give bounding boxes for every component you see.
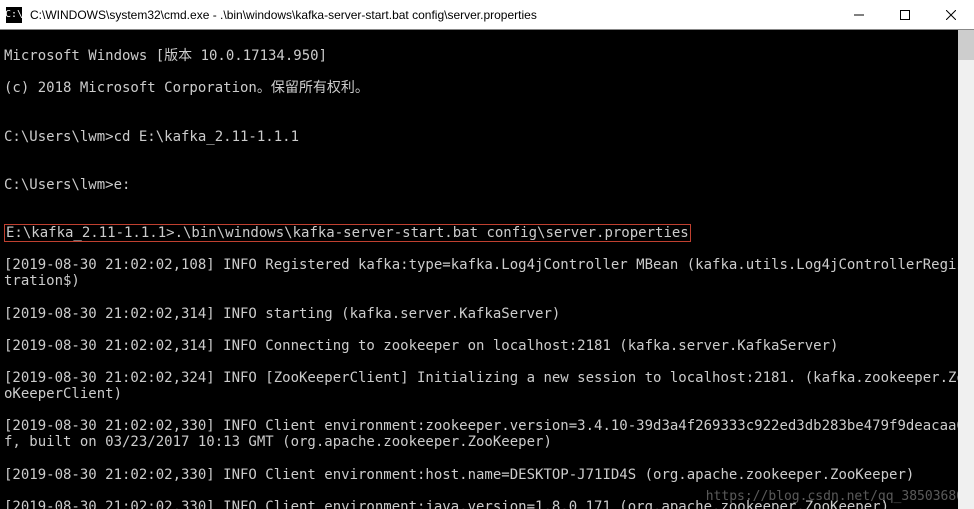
- app-icon: C:\: [0, 7, 28, 23]
- window-title: C:\WINDOWS\system32\cmd.exe - .\bin\wind…: [28, 8, 836, 22]
- cmd-icon: C:\: [6, 7, 22, 23]
- maximize-button[interactable]: [882, 0, 928, 29]
- window-titlebar[interactable]: C:\ C:\WINDOWS\system32\cmd.exe - .\bin\…: [0, 0, 974, 30]
- output-line: C:\Users\lwm>cd E:\kafka_2.11-1.1.1: [4, 129, 970, 145]
- command-text: .\bin\windows\kafka-server-start.bat con…: [175, 225, 689, 241]
- vertical-scrollbar[interactable]: [958, 30, 974, 509]
- output-line: [2019-08-30 21:02:02,330] INFO Client en…: [4, 418, 970, 450]
- highlighted-command: E:\kafka_2.11-1.1.1>.\bin\windows\kafka-…: [4, 224, 691, 242]
- watermark-text: https://blog.csdn.net/qq_38503686: [706, 490, 964, 505]
- minimize-button[interactable]: [836, 0, 882, 29]
- command-line: E:\kafka_2.11-1.1.1>.\bin\windows\kafka-…: [4, 225, 970, 241]
- output-line: C:\Users\lwm>e:: [4, 177, 970, 193]
- output-line: [2019-08-30 21:02:02,314] INFO starting …: [4, 306, 970, 322]
- output-line: (c) 2018 Microsoft Corporation。保留所有权利。: [4, 80, 970, 96]
- close-button[interactable]: [928, 0, 974, 29]
- output-line: [2019-08-30 21:02:02,108] INFO Registere…: [4, 257, 970, 289]
- output-line: [2019-08-30 21:02:02,314] INFO Connectin…: [4, 338, 970, 354]
- output-line: Microsoft Windows [版本 10.0.17134.950]: [4, 48, 970, 64]
- output-line: [2019-08-30 21:02:02,330] INFO Client en…: [4, 467, 970, 483]
- window-controls: [836, 0, 974, 29]
- terminal-output[interactable]: Microsoft Windows [版本 10.0.17134.950] (c…: [0, 30, 974, 509]
- output-line: [2019-08-30 21:02:02,324] INFO [ZooKeepe…: [4, 370, 970, 402]
- scrollbar-thumb[interactable]: [958, 30, 974, 60]
- prompt: E:\kafka_2.11-1.1.1>: [6, 225, 175, 241]
